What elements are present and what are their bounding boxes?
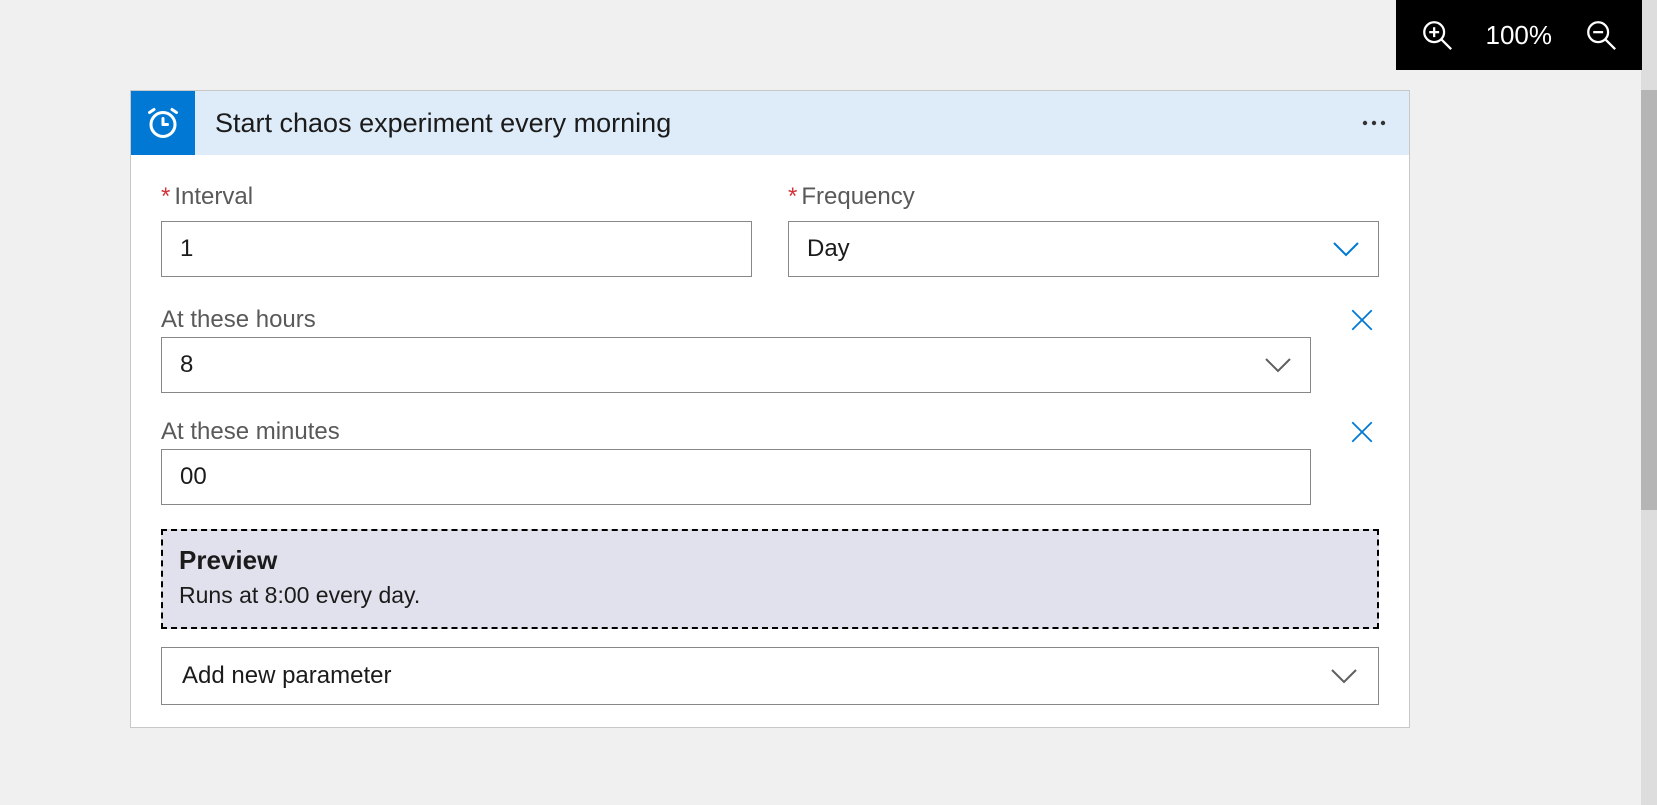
- zoom-in-icon[interactable]: [1420, 18, 1454, 52]
- card-menu-button[interactable]: [1361, 119, 1409, 127]
- card-body: *Interval *Frequency Day At these hours: [131, 155, 1409, 727]
- add-parameter-select[interactable]: Add new parameter: [161, 647, 1379, 705]
- chevron-down-icon: [1332, 241, 1360, 257]
- preview-text: Runs at 8:00 every day.: [179, 582, 1361, 609]
- clock-icon: [131, 91, 195, 155]
- minutes-input[interactable]: [161, 449, 1311, 505]
- frequency-select[interactable]: Day: [788, 221, 1379, 277]
- hours-label: At these hours: [161, 306, 316, 334]
- minutes-label: At these minutes: [161, 418, 340, 446]
- recurrence-card: Start chaos experiment every morning *In…: [130, 90, 1410, 728]
- card-title: Start chaos experiment every morning: [195, 108, 1361, 139]
- interval-label: *Interval: [161, 183, 752, 211]
- chevron-down-icon: [1264, 357, 1292, 373]
- hours-select[interactable]: 8: [161, 337, 1311, 393]
- frequency-label: *Frequency: [788, 183, 1379, 211]
- scrollbar-thumb[interactable]: [1641, 90, 1657, 510]
- interval-input[interactable]: [161, 221, 752, 277]
- frequency-value: Day: [807, 235, 850, 263]
- preview-box: Preview Runs at 8:00 every day.: [161, 529, 1379, 629]
- card-header[interactable]: Start chaos experiment every morning: [131, 91, 1409, 155]
- preview-title: Preview: [179, 545, 1361, 576]
- add-parameter-label: Add new parameter: [182, 662, 391, 690]
- hours-value: 8: [180, 351, 193, 379]
- scrollbar[interactable]: [1641, 0, 1657, 805]
- zoom-out-icon[interactable]: [1584, 18, 1618, 52]
- chevron-down-icon: [1330, 668, 1358, 684]
- remove-minutes-button[interactable]: [1345, 415, 1379, 449]
- zoom-toolbar: 100%: [1396, 0, 1643, 70]
- zoom-level: 100%: [1486, 20, 1553, 51]
- remove-hours-button[interactable]: [1345, 303, 1379, 337]
